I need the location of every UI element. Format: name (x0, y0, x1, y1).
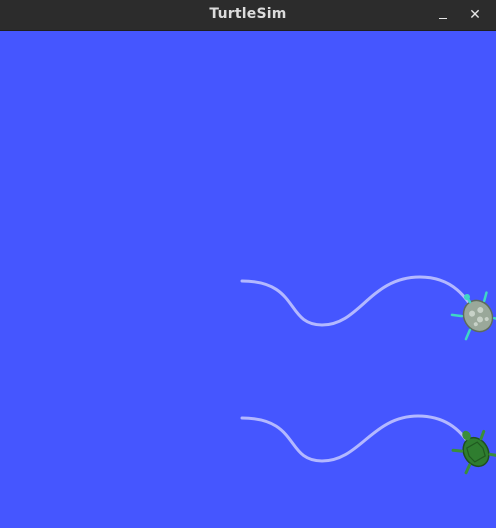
pen-trail-turtle1 (240, 275, 478, 327)
turtle1-icon[interactable] (446, 285, 496, 341)
turtle-canvas[interactable] (0, 31, 496, 528)
turtle-drawing (240, 275, 496, 475)
turtle2-icon[interactable] (448, 423, 496, 475)
window-title: TurtleSim (209, 6, 287, 22)
close-icon: ✕ (469, 7, 481, 23)
minimize-icon (439, 18, 447, 19)
turtlesim-window: TurtleSim ✕ (0, 0, 496, 528)
pen-trail-turtle2 (240, 414, 474, 463)
minimize-button[interactable] (432, 4, 454, 26)
close-button[interactable]: ✕ (464, 4, 486, 26)
title-bar[interactable]: TurtleSim ✕ (0, 0, 496, 31)
